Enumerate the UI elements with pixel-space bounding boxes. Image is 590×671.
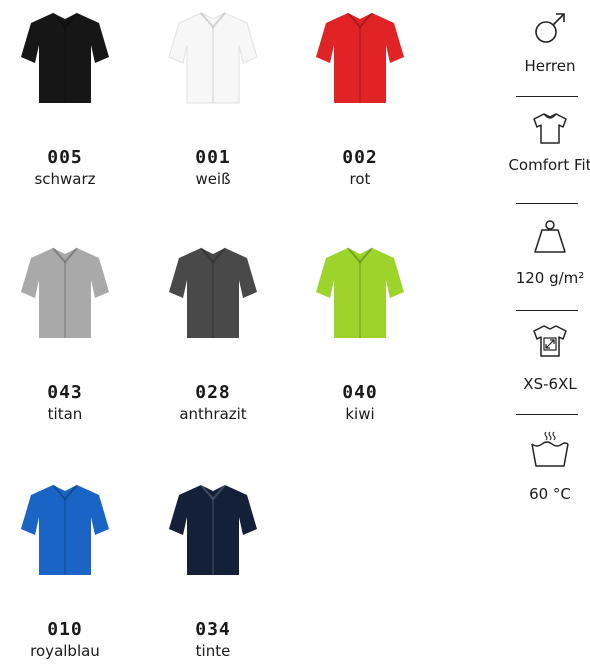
swatch-name: royalblau	[30, 642, 100, 660]
divider	[516, 203, 578, 204]
swatch-name: tinte	[195, 642, 231, 660]
swatch-code: 034	[195, 619, 231, 640]
shirt-icon	[169, 484, 257, 575]
swatch-code: 040	[342, 382, 378, 403]
spec-label: Herren	[524, 57, 576, 75]
color-swatch-005[interactable]: 005 schwarz	[0, 5, 135, 190]
swatch-code: 010	[47, 619, 83, 640]
swatch-code: 028	[195, 382, 231, 403]
spec-fit: Comfort Fit	[480, 110, 590, 175]
wash-60-icon	[531, 431, 569, 467]
swatch-name: anthrazit	[179, 405, 247, 423]
swatch-code: 005	[47, 147, 83, 168]
swatch-code: 002	[342, 147, 378, 168]
color-swatch-043[interactable]: 043 titan	[0, 240, 135, 425]
male-symbol-icon	[535, 13, 565, 43]
spec-washing: 60 °C	[480, 430, 590, 504]
spec-sizes: XS-6XL	[480, 322, 590, 394]
shirt-icon	[21, 12, 109, 103]
shirt-icon	[168, 12, 258, 104]
swatch-name: weiß	[195, 170, 231, 188]
divider	[516, 310, 578, 311]
color-swatch-034[interactable]: 034 tinte	[143, 477, 283, 662]
color-swatch-028[interactable]: 028 anthrazit	[143, 240, 283, 425]
color-swatch-001[interactable]: 001 weiß	[143, 5, 283, 190]
spec-label: Comfort Fit	[508, 156, 590, 174]
swatch-name: rot	[349, 170, 371, 188]
swatch-name: titan	[47, 405, 83, 423]
weight-icon	[534, 220, 566, 253]
shirt-icon	[21, 484, 109, 575]
divider	[516, 96, 578, 97]
shirt-icon	[169, 247, 257, 338]
color-swatch-040[interactable]: 040 kiwi	[290, 240, 430, 425]
swatch-code: 001	[195, 147, 231, 168]
spec-weight: 120 g/m²	[480, 218, 590, 288]
spec-label: XS-6XL	[523, 375, 577, 393]
spec-label: 60 °C	[529, 485, 571, 503]
color-swatch-010[interactable]: 010 royalblau	[0, 477, 135, 662]
divider	[516, 414, 578, 415]
swatch-name: kiwi	[345, 405, 375, 423]
color-swatch-002[interactable]: 002 rot	[290, 5, 430, 190]
shirt-icon	[21, 247, 109, 338]
swatch-name: schwarz	[34, 170, 96, 188]
shirt-outline-icon	[533, 113, 567, 144]
size-range-shirt-icon	[533, 325, 567, 357]
shirt-icon	[316, 12, 404, 103]
spec-gender: Herren	[480, 10, 590, 76]
shirt-icon	[316, 247, 404, 338]
swatch-code: 043	[47, 382, 83, 403]
spec-label: 120 g/m²	[515, 269, 585, 287]
